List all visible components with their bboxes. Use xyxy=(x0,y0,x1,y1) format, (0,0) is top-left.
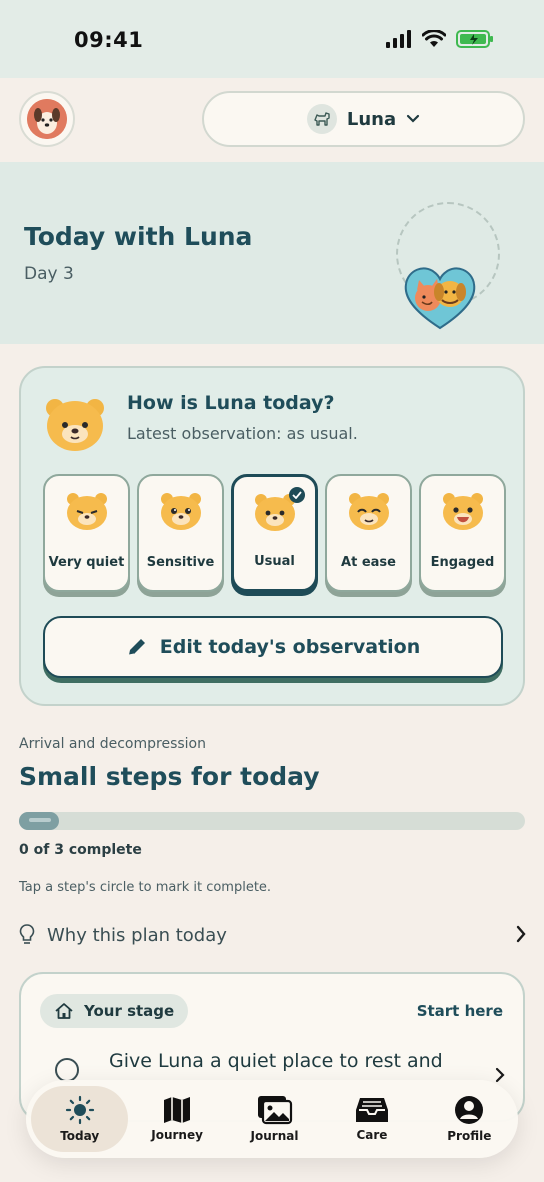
pet-selector[interactable]: Luna xyxy=(202,91,525,147)
mood-label: Sensitive xyxy=(146,555,215,570)
pets-heart-illustration xyxy=(404,267,476,330)
mood-option-at-ease[interactable]: At ease xyxy=(325,474,412,592)
status-icons xyxy=(386,30,494,48)
tab-label: Profile xyxy=(447,1129,492,1143)
latest-observation: Latest observation: as usual. xyxy=(127,424,358,443)
page-title: Today with Luna xyxy=(24,222,253,251)
chevron-right-icon xyxy=(516,925,526,943)
tab-today[interactable]: Today xyxy=(31,1086,129,1152)
mood-label: At ease xyxy=(341,555,396,570)
task-complete-checkbox[interactable] xyxy=(55,1058,79,1082)
start-here-label: Start here xyxy=(416,1002,503,1020)
profile-icon xyxy=(455,1096,484,1124)
sun-icon xyxy=(65,1095,94,1125)
mood-label: Very quiet xyxy=(48,555,125,570)
mood-option-usual[interactable]: Usual xyxy=(231,474,318,592)
status-time: 09:41 xyxy=(74,28,144,52)
tab-label: Today xyxy=(60,1129,100,1143)
hero-banner: Today with Luna Day 3 xyxy=(0,162,544,344)
dog-icon xyxy=(306,104,337,134)
mood-card: How is Luna today? Latest observation: a… xyxy=(19,366,525,706)
happy-bear-icon xyxy=(442,493,483,530)
mood-options: Very quiet Sensitive Usual At ease Engag… xyxy=(43,474,506,592)
tab-journey[interactable]: Journey xyxy=(128,1086,225,1152)
progress-text: 0 of 3 complete xyxy=(19,842,142,858)
why-this-plan-row[interactable]: Why this plan today xyxy=(19,918,527,952)
lightbulb-icon xyxy=(19,924,35,944)
tab-journal[interactable]: Journal xyxy=(226,1086,323,1152)
mood-label: Usual xyxy=(254,554,295,569)
progress-bar xyxy=(19,812,525,830)
checkmark-icon xyxy=(289,487,305,503)
tab-label: Journal xyxy=(250,1129,299,1143)
day-counter: Day 3 xyxy=(24,264,74,284)
app-header: Luna xyxy=(0,78,544,162)
mood-label: Engaged xyxy=(430,555,495,570)
chevron-right-icon xyxy=(495,1067,505,1083)
edit-observation-label: Edit today's observation xyxy=(159,636,421,658)
tab-bar: Today Journey Journal Care Profile xyxy=(26,1080,518,1158)
wifi-icon xyxy=(422,30,446,47)
mood-option-sensitive[interactable]: Sensitive xyxy=(137,474,224,592)
content-bear-icon xyxy=(348,493,389,530)
steps-section: Arrival and decompression Small steps fo… xyxy=(19,736,525,895)
mood-option-very-quiet[interactable]: Very quiet xyxy=(43,474,130,592)
avatar-dog-image xyxy=(27,99,67,139)
map-icon xyxy=(164,1097,191,1123)
pencil-icon xyxy=(128,639,145,656)
tab-label: Journey xyxy=(151,1128,203,1142)
battery-icon xyxy=(456,30,493,48)
mood-option-engaged[interactable]: Engaged xyxy=(419,474,506,592)
tab-care[interactable]: Care xyxy=(323,1086,420,1152)
worried-bear-icon xyxy=(160,493,201,530)
sleepy-bear-icon xyxy=(66,493,107,530)
status-bar: 09:41 xyxy=(0,0,544,78)
steps-title: Small steps for today xyxy=(19,762,320,791)
stage-pill-label: Your stage xyxy=(84,1002,175,1020)
photo-icon xyxy=(257,1096,292,1125)
bear-mascot-icon xyxy=(46,399,104,451)
mood-question: How is Luna today? xyxy=(127,392,335,414)
task-title[interactable]: Give Luna a quiet place to rest and xyxy=(109,1050,443,1072)
stage-pill: Your stage xyxy=(40,994,189,1028)
home-icon xyxy=(55,1003,73,1019)
edit-observation-button[interactable]: Edit today's observation xyxy=(43,616,503,678)
tab-label: Care xyxy=(356,1128,388,1142)
steps-kicker: Arrival and decompression xyxy=(19,736,206,752)
tap-hint: Tap a step's circle to mark it complete. xyxy=(19,880,272,895)
avatar[interactable] xyxy=(19,91,75,147)
signal-icon xyxy=(386,30,411,48)
tab-profile[interactable]: Profile xyxy=(421,1086,518,1152)
pet-name: Luna xyxy=(346,108,397,130)
inbox-icon xyxy=(355,1098,388,1122)
why-this-plan-label: Why this plan today xyxy=(47,924,227,946)
chevron-down-icon xyxy=(407,114,420,123)
progress-fill xyxy=(19,812,59,830)
